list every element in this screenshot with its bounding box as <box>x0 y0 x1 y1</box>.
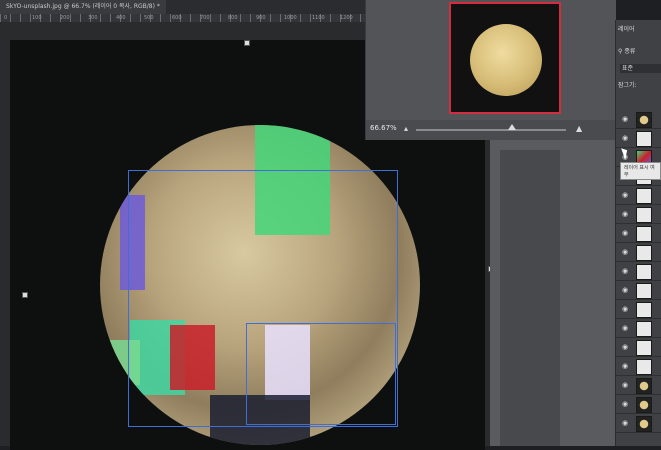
zoom-slider[interactable] <box>416 129 566 131</box>
layers-tab[interactable]: 레이어 <box>618 24 635 33</box>
panel-gap <box>490 140 615 446</box>
eye-icon[interactable]: ◉ <box>622 305 628 313</box>
navigator-zoom-bar: 66.67% ▴ ▲ <box>366 120 616 140</box>
layer-thumbnail <box>636 131 652 147</box>
ruler-label: 1200 <box>340 15 353 21</box>
layer-row[interactable]: ◉ <box>616 357 661 376</box>
eye-icon[interactable]: ◉ <box>622 115 628 123</box>
layer-row[interactable]: ◉ <box>616 338 661 357</box>
ruler-label: 1000 <box>284 15 297 21</box>
layer-visibility-tooltip: 레이어 표시 여부 <box>620 162 661 180</box>
layer-row[interactable]: ◉ <box>616 262 661 281</box>
layer-row[interactable]: ◉ <box>616 300 661 319</box>
eye-icon[interactable]: ◉ <box>622 229 628 237</box>
zoom-slider-knob[interactable] <box>508 124 516 130</box>
layer-row[interactable]: ◉ <box>616 414 661 433</box>
eye-icon[interactable]: ◉ <box>622 248 628 256</box>
eye-icon[interactable]: ◉ <box>622 134 628 142</box>
layer-thumbnail <box>636 378 652 394</box>
layer-thumbnail <box>636 112 652 128</box>
zoom-percentage[interactable]: 66.67% <box>370 124 397 132</box>
panel-gap-inner <box>500 150 560 446</box>
ruler-label: 600 <box>172 15 182 21</box>
layer-row[interactable]: ◉ <box>616 376 661 395</box>
layer-thumbnail <box>636 302 652 318</box>
eye-icon[interactable]: ◉ <box>622 343 628 351</box>
layer-filter-label: 종류 <box>624 48 636 55</box>
eye-icon[interactable]: ◉ <box>622 381 628 389</box>
layer-thumbnail <box>636 397 652 413</box>
transform-handle-top[interactable] <box>244 40 250 46</box>
ruler-labels: 0 100 200 300 400 500 600 700 800 900 1000 1100 1200… <box>0 14 381 22</box>
lock-label: 잠그기: <box>618 82 637 89</box>
navigator-moon-thumbnail <box>470 24 542 96</box>
document-header: SkYO-unsplash.jpg @ 66.7% (레이어 0 복사, RGB… <box>0 0 381 23</box>
layer-thumbnail <box>636 226 652 242</box>
eye-icon[interactable]: ◉ <box>622 419 628 427</box>
layer-thumbnail <box>636 207 652 223</box>
search-icon: ⚲ <box>618 48 623 55</box>
ruler-label: 100 <box>32 15 42 21</box>
layer-row[interactable]: ◉ <box>616 205 661 224</box>
eye-icon[interactable]: ◉ <box>622 191 628 199</box>
layer-thumbnail <box>636 321 652 337</box>
layer-filter[interactable]: ⚲ 종류 <box>618 46 660 56</box>
ruler-label: 900 <box>256 15 266 21</box>
eye-icon[interactable]: ◉ <box>622 210 628 218</box>
eye-icon[interactable]: ◉ <box>622 324 628 332</box>
layer-row[interactable]: ◉ <box>616 319 661 338</box>
layer-thumbnail <box>636 245 652 261</box>
layer-thumbnail <box>636 188 652 204</box>
ruler-label: 0 <box>4 15 8 21</box>
layer-row[interactable]: ◉ <box>616 110 661 129</box>
layer-thumbnail <box>636 416 652 432</box>
zoom-in-icon[interactable]: ▲ <box>576 124 582 133</box>
ruler-label: 200 <box>60 15 70 21</box>
layer-thumbnail <box>636 340 652 356</box>
navigator-panel: 66.67% ▴ ▲ <box>365 0 616 140</box>
eye-icon[interactable]: ◉ <box>622 400 628 408</box>
layer-row[interactable]: ◉ <box>616 395 661 414</box>
layer-thumbnail <box>636 283 652 299</box>
layer-row[interactable]: ◉ <box>616 186 661 205</box>
layer-row[interactable]: ◉ <box>616 281 661 300</box>
ruler-label: 500 <box>144 15 154 21</box>
ruler-label: 800 <box>228 15 238 21</box>
layer-row[interactable]: ◉ <box>616 129 661 148</box>
ruler-label: 300 <box>88 15 98 21</box>
transform-handle-left[interactable] <box>22 292 28 298</box>
navigator-preview[interactable] <box>449 2 561 114</box>
layer-thumbnail <box>636 264 652 280</box>
layers-panel: 레이어 ⚲ 종류 표준 잠그기: ◉◉◉◉◉◉◉◉◉◉◉◉◉◉◉◉◉ <box>615 20 661 446</box>
zoom-out-icon[interactable]: ▴ <box>404 124 408 133</box>
blend-mode-select[interactable]: 표준 <box>620 64 661 73</box>
selection-sub-box[interactable] <box>246 323 396 425</box>
ruler-label: 400 <box>116 15 126 21</box>
layer-row[interactable]: ◉ <box>616 243 661 262</box>
document-tab[interactable]: SkYO-unsplash.jpg @ 66.7% (레이어 0 복사, RGB… <box>0 0 166 14</box>
ruler-label: 1100 <box>312 15 325 21</box>
ruler-label: 700 <box>200 15 210 21</box>
eye-icon[interactable]: ◉ <box>622 286 628 294</box>
eye-icon[interactable]: ◉ <box>622 267 628 275</box>
layer-thumbnail <box>636 359 652 375</box>
eye-icon[interactable]: ◉ <box>622 362 628 370</box>
layer-row[interactable]: ◉ <box>616 224 661 243</box>
